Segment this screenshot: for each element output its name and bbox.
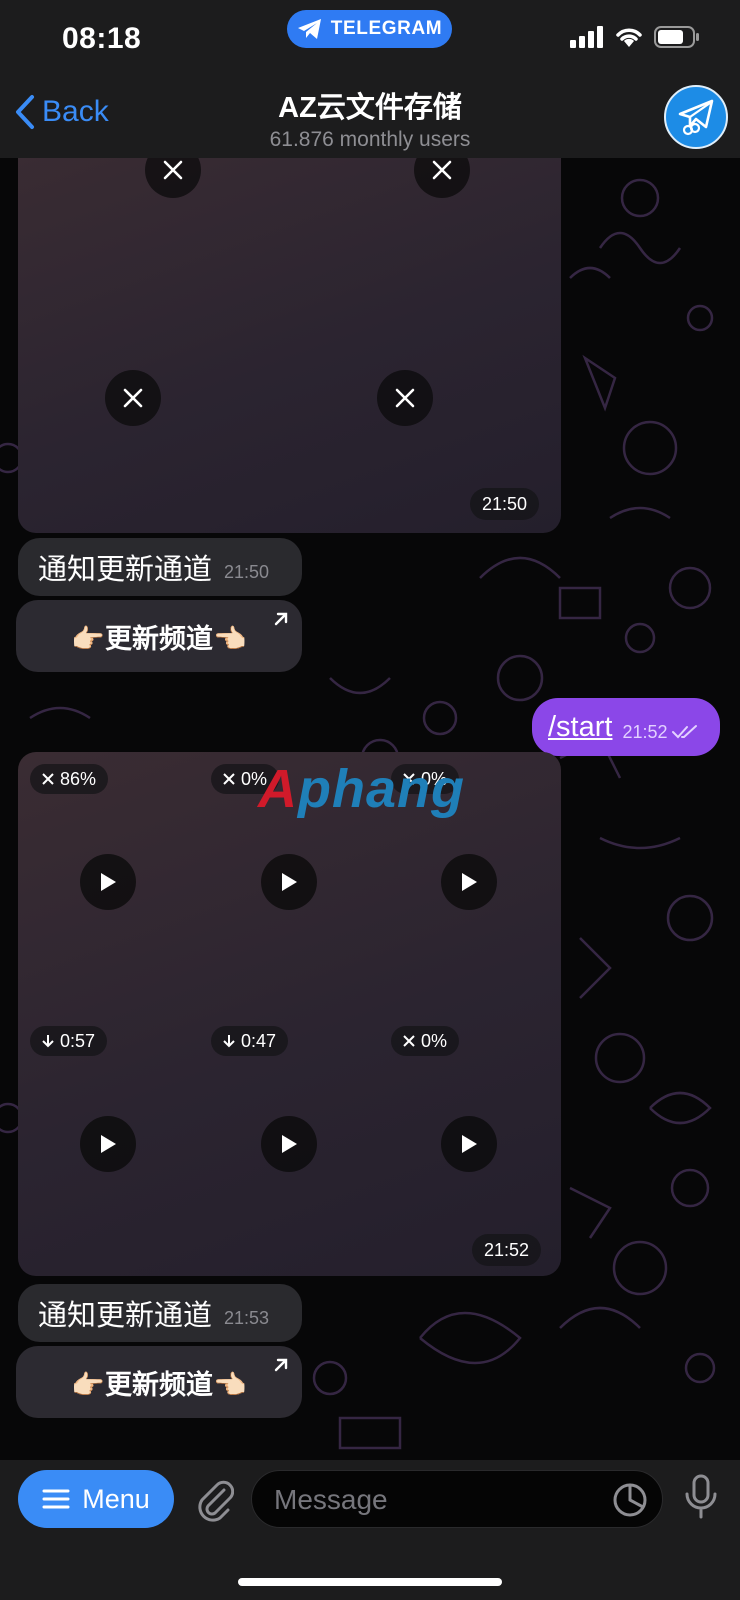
status-time: 08:18 <box>62 22 142 55</box>
play-button[interactable] <box>441 854 497 910</box>
video-duration-badge[interactable]: 0:57 <box>30 1026 108 1056</box>
paperclip-icon[interactable] <box>194 1478 234 1522</box>
download-arrow-icon <box>223 1035 235 1048</box>
message-timestamp: 21:53 <box>224 1307 270 1328</box>
progress-label: 86% <box>60 768 97 789</box>
sticker-icon[interactable] <box>612 1482 648 1518</box>
double-check-icon <box>671 725 697 739</box>
menu-label: Menu <box>82 1483 150 1514</box>
close-icon <box>223 773 235 785</box>
inline-button-label: 👉🏻更新频道👈🏻 <box>71 1369 247 1400</box>
photo-album-1[interactable]: 21:50 <box>18 158 561 533</box>
download-progress-badge[interactable]: 0% <box>391 1026 460 1056</box>
message-timestamp: 21:50 <box>470 488 540 520</box>
message-timestamp: 21:52 <box>622 721 668 742</box>
arrow-up-right-icon <box>274 1358 288 1372</box>
cancel-download-button[interactable] <box>105 370 161 426</box>
telegram-pill-label: TELEGRAM <box>330 18 443 39</box>
play-button[interactable] <box>80 854 136 910</box>
paper-plane-link-icon <box>678 99 714 136</box>
arrow-up-right-icon <box>274 612 288 626</box>
status-icons <box>570 26 700 48</box>
incoming-message[interactable]: 通知更新通道 21:50 <box>18 538 302 596</box>
bot-avatar[interactable] <box>664 85 728 149</box>
play-button[interactable] <box>80 1116 136 1172</box>
telegram-pill[interactable]: TELEGRAM <box>287 10 452 48</box>
play-button[interactable] <box>261 1116 317 1172</box>
command-link[interactable]: /start <box>548 711 612 744</box>
chat-header: Back AZ云文件存储 61.876 monthly users <box>0 76 740 159</box>
outgoing-message[interactable]: /start 21:52 <box>532 698 720 756</box>
message-text: 通知更新通道 <box>38 554 213 586</box>
watermark-part-2: phang <box>298 759 465 819</box>
video-album[interactable]: 86% 0% 0% 0:57 0:47 0% 21:52 <box>18 752 561 1276</box>
chat-subtitle: 61.876 monthly users <box>269 128 471 151</box>
close-icon <box>395 388 415 408</box>
hamburger-icon <box>42 1489 70 1509</box>
status-bar: 08:18 TELEGRAM <box>0 0 740 76</box>
close-icon <box>42 773 54 785</box>
cancel-download-button[interactable] <box>414 158 470 198</box>
close-icon <box>403 1035 415 1047</box>
telegram-plane-icon <box>297 19 321 39</box>
message-timestamp: 21:52 <box>472 1234 542 1266</box>
signal-icon <box>570 26 603 48</box>
message-input-box[interactable] <box>251 1470 663 1529</box>
progress-label: 0% <box>421 1030 448 1051</box>
menu-button[interactable]: Menu <box>18 1470 174 1528</box>
watermark-part-1: A <box>258 759 298 819</box>
play-button[interactable] <box>441 1116 497 1172</box>
cancel-download-button[interactable] <box>377 370 433 426</box>
microphone-icon[interactable] <box>684 1474 718 1520</box>
close-icon <box>163 160 183 180</box>
cancel-download-button[interactable] <box>145 158 201 198</box>
message-text: 通知更新通道 <box>38 1300 213 1332</box>
message-timestamp: 21:50 <box>224 561 270 582</box>
message-input[interactable] <box>272 1471 596 1529</box>
close-icon <box>432 160 452 180</box>
play-icon <box>462 873 477 891</box>
inline-link-button[interactable]: 👉🏻更新频道👈🏻 <box>16 600 302 672</box>
play-button[interactable] <box>261 854 317 910</box>
play-icon <box>101 1135 116 1153</box>
chat-title-area[interactable]: AZ云文件存储 61.876 monthly users <box>0 84 740 152</box>
play-icon <box>462 1135 477 1153</box>
incoming-message[interactable]: 通知更新通道 21:53 <box>18 1284 302 1342</box>
play-icon <box>101 873 116 891</box>
duration-label: 0:57 <box>60 1030 96 1051</box>
chat-title: AZ云文件存储 <box>278 92 462 124</box>
video-duration-badge[interactable]: 0:47 <box>211 1026 289 1056</box>
inline-link-button[interactable]: 👉🏻更新频道👈🏻 <box>16 1346 302 1418</box>
download-progress-badge[interactable]: 86% <box>30 764 109 794</box>
inline-button-label: 👉🏻更新频道👈🏻 <box>71 623 247 654</box>
close-icon <box>123 388 143 408</box>
chat-area[interactable]: 21:50 通知更新通道 21:50 👉🏻更新频道👈🏻 /start 21:52… <box>0 158 740 1460</box>
battery-icon <box>654 26 699 48</box>
wifi-icon <box>616 28 642 47</box>
duration-label: 0:47 <box>241 1030 277 1051</box>
watermark-logo: Aphang <box>258 758 465 820</box>
home-indicator[interactable] <box>238 1578 502 1586</box>
download-arrow-icon <box>42 1035 54 1048</box>
play-icon <box>282 873 297 891</box>
play-icon <box>282 1135 297 1153</box>
